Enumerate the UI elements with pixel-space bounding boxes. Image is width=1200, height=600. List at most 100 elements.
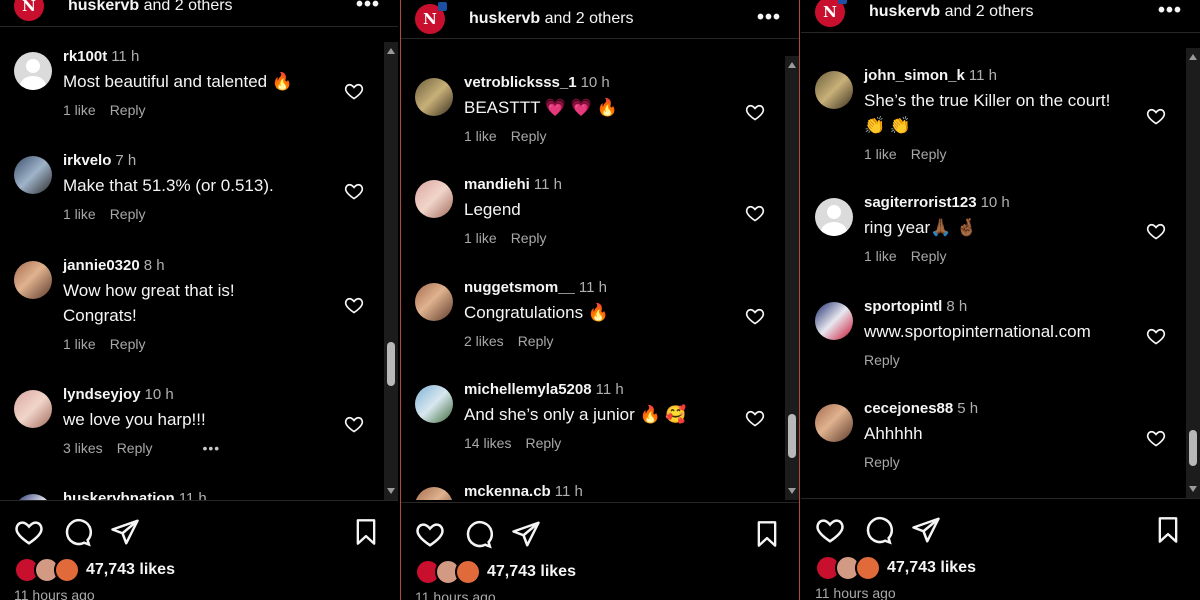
heart-icon[interactable] <box>415 519 445 554</box>
avatar[interactable] <box>815 302 853 340</box>
comment-username[interactable]: cecejones88 5 h <box>864 400 1184 417</box>
comment-more-icon[interactable]: ••• <box>202 440 220 456</box>
avatar[interactable] <box>415 180 453 218</box>
avatar[interactable] <box>415 78 453 116</box>
comment-link[interactable]: www.sportopinternational.com <box>864 319 1144 344</box>
avatar[interactable] <box>14 156 52 194</box>
heart-icon[interactable] <box>344 81 364 106</box>
comment-list[interactable]: vetroblicksss_1 10 h BEASTTT 💗 💗 🔥 1 like… <box>401 56 783 500</box>
more-icon[interactable]: ••• <box>757 6 781 29</box>
comment-likes[interactable]: 1 like <box>63 102 96 118</box>
scroll-up-icon[interactable] <box>387 48 395 54</box>
liker-avatars[interactable] <box>415 559 481 585</box>
reply-button[interactable]: Reply <box>518 333 554 349</box>
comment-icon[interactable] <box>62 517 92 552</box>
share-icon[interactable] <box>511 519 541 554</box>
reply-button[interactable]: Reply <box>525 435 561 451</box>
heart-icon[interactable] <box>344 414 364 439</box>
avatar[interactable] <box>14 390 52 428</box>
scrollbar[interactable] <box>785 56 799 500</box>
comment-likes[interactable]: 1 like <box>63 336 96 352</box>
comment-username[interactable]: jannie0320 8 h <box>63 257 382 274</box>
comment-username[interactable]: rk100t 11 h <box>63 48 382 65</box>
avatar[interactable] <box>815 71 853 109</box>
comment-likes[interactable]: 1 like <box>864 248 897 264</box>
avatar[interactable] <box>415 487 453 500</box>
owner-username[interactable]: huskervb <box>68 0 139 14</box>
scroll-down-icon[interactable] <box>387 488 395 494</box>
comment-username[interactable]: john_simon_k 11 h <box>864 67 1184 84</box>
comment-likes[interactable]: 14 likes <box>464 435 511 451</box>
avatar[interactable] <box>14 52 52 90</box>
heart-icon[interactable] <box>745 408 765 433</box>
reply-button[interactable]: Reply <box>511 230 547 246</box>
scroll-thumb[interactable] <box>387 342 395 386</box>
likes-count[interactable]: 47,743 likes <box>887 559 976 577</box>
likes-count[interactable]: 47,743 likes <box>487 563 576 581</box>
comment-username[interactable]: sagiterrorist123 10 h <box>864 194 1184 211</box>
comment-username[interactable]: lyndseyjoy 10 h <box>63 386 382 403</box>
reply-button[interactable]: Reply <box>864 454 900 470</box>
comment-username[interactable]: vetroblicksss_1 10 h <box>464 74 783 91</box>
comment-icon[interactable] <box>463 519 493 554</box>
huskervb-avatar[interactable]: N <box>815 0 847 27</box>
comment-username[interactable]: sportopintl 8 h <box>864 298 1184 315</box>
reply-button[interactable]: Reply <box>110 206 146 222</box>
owner-username[interactable]: huskervb <box>869 3 940 20</box>
heart-icon[interactable] <box>1146 106 1166 131</box>
liker-avatars[interactable] <box>14 557 80 583</box>
liker-avatars[interactable] <box>815 555 881 581</box>
comment-username[interactable]: mandiehi 11 h <box>464 176 783 193</box>
heart-icon[interactable] <box>815 515 845 550</box>
scroll-up-icon[interactable] <box>788 62 796 68</box>
comment-username[interactable]: nuggetsmom__ 11 h <box>464 279 783 296</box>
scroll-thumb[interactable] <box>788 414 796 458</box>
reply-button[interactable]: Reply <box>911 248 947 264</box>
bookmark-icon[interactable] <box>352 517 380 552</box>
comment-likes[interactable]: 2 likes <box>464 333 504 349</box>
owner-username[interactable]: huskervb <box>469 10 540 27</box>
huskervb-avatar[interactable]: N <box>415 2 447 34</box>
heart-icon[interactable] <box>1146 326 1166 351</box>
comment-username[interactable]: michellemyla5208 11 h <box>464 381 783 398</box>
scroll-up-icon[interactable] <box>1189 54 1197 60</box>
reply-button[interactable]: Reply <box>511 128 547 144</box>
post-owner[interactable]: huskervb and 2 others <box>68 0 233 15</box>
comment-likes[interactable]: 1 like <box>464 128 497 144</box>
share-icon[interactable] <box>911 515 941 550</box>
more-icon[interactable]: ••• <box>356 0 380 16</box>
avatar[interactable] <box>14 261 52 299</box>
comment-icon[interactable] <box>863 515 893 550</box>
reply-button[interactable]: Reply <box>911 146 947 162</box>
heart-icon[interactable] <box>14 517 44 552</box>
comment-likes[interactable]: 1 like <box>864 146 897 162</box>
heart-icon[interactable] <box>344 295 364 320</box>
reply-button[interactable]: Reply <box>110 336 146 352</box>
post-owner[interactable]: huskervb and 2 others <box>469 10 634 28</box>
bookmark-icon[interactable] <box>1154 515 1182 550</box>
scroll-down-icon[interactable] <box>1189 486 1197 492</box>
comment-username[interactable]: irkvelo 7 h <box>63 152 382 169</box>
comment-username[interactable]: huskervbnation 11 h <box>63 490 382 500</box>
scrollbar[interactable] <box>1186 48 1200 498</box>
scrollbar[interactable] <box>384 42 398 500</box>
reply-button[interactable]: Reply <box>864 352 900 368</box>
scroll-down-icon[interactable] <box>788 488 796 494</box>
heart-icon[interactable] <box>1146 221 1166 246</box>
comment-username[interactable]: mckenna.cb 11 h <box>464 483 783 500</box>
huskervb-avatar[interactable]: N <box>14 0 44 21</box>
more-icon[interactable]: ••• <box>1158 0 1182 22</box>
heart-icon[interactable] <box>1146 428 1166 453</box>
heart-icon[interactable] <box>344 181 364 206</box>
heart-icon[interactable] <box>745 306 765 331</box>
comment-list[interactable]: john_simon_k 11 h She’s the true Killer o… <box>801 48 1184 498</box>
share-icon[interactable] <box>110 517 140 552</box>
comment-likes[interactable]: 1 like <box>464 230 497 246</box>
likes-count[interactable]: 47,743 likes <box>86 561 175 579</box>
scroll-thumb[interactable] <box>1189 430 1197 466</box>
reply-button[interactable]: Reply <box>110 102 146 118</box>
bookmark-icon[interactable] <box>753 519 781 554</box>
heart-icon[interactable] <box>745 102 765 127</box>
comment-likes[interactable]: 3 likes <box>63 440 103 456</box>
comment-likes[interactable]: 1 like <box>63 206 96 222</box>
